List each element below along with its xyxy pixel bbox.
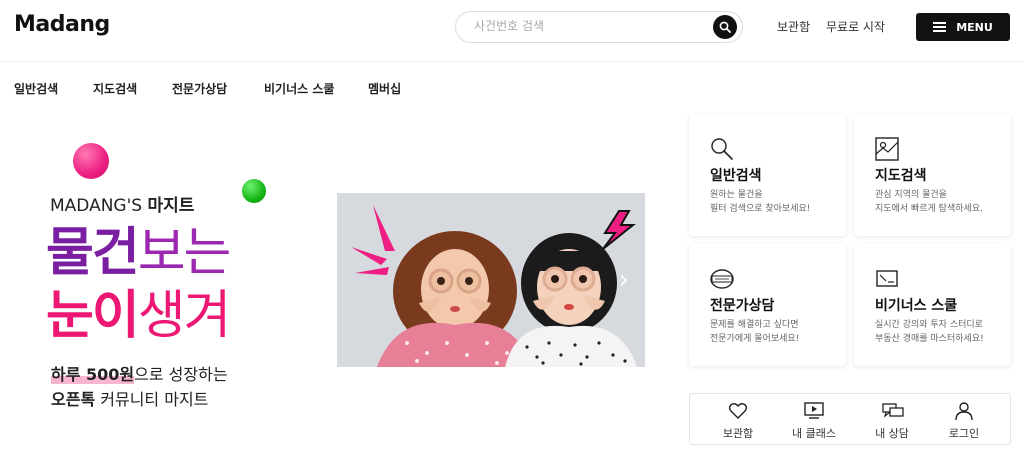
hero-headline-line2: 눈이생겨 xyxy=(46,290,231,342)
nav-membership[interactable]: 멤버십 xyxy=(368,80,401,97)
menu-label: MENU xyxy=(956,20,993,34)
quick-label: 내 클래스 xyxy=(792,427,836,440)
card-desc-1: 문제를 해결하고 싶다면 xyxy=(710,320,799,330)
hero-brand-prefix: MADANG'S xyxy=(50,196,148,216)
chat-bubbles-icon xyxy=(882,403,904,418)
header-divider xyxy=(0,61,1024,62)
card-desc-1: 원하는 물건을 xyxy=(710,190,763,200)
nav-map-search[interactable]: 지도검색 xyxy=(93,80,137,97)
quick-saved[interactable]: 보관함 xyxy=(698,394,778,446)
hamburger-icon xyxy=(933,22,947,32)
card-desc-1: 실시간 강의와 투자 스터디로 xyxy=(875,320,983,330)
card-beginners-school[interactable]: 비기너스 스쿨 실시간 강의와 투자 스터디로 부동산 경매를 마스터하세요! xyxy=(854,244,1011,366)
hero-line1-strong: 물건 xyxy=(46,223,140,283)
card-general-search[interactable]: 일반검색 원하는 물건을 필터 검색으로 찾아보세요! xyxy=(689,114,846,236)
card-title: 일반검색 xyxy=(710,168,762,184)
quick-label: 보관함 xyxy=(722,427,754,440)
card-desc-1: 관심 지역의 물건을 xyxy=(875,190,947,200)
card-title: 지도검색 xyxy=(875,168,927,184)
heart-icon xyxy=(728,403,748,419)
hero-brand: MADANG'S 마지트 xyxy=(50,191,194,216)
pink-ball-decoration xyxy=(73,143,109,179)
nav-beginners-school[interactable]: 비기너스 스쿨 xyxy=(264,80,334,97)
search-box xyxy=(455,11,743,43)
hero-line1-light: 보는 xyxy=(137,223,232,283)
hero-tagline-1-rest: 으로 성장하는 xyxy=(134,365,228,384)
green-ball-decoration xyxy=(242,179,266,203)
saved-link[interactable]: 보관함 xyxy=(777,18,810,35)
quick-label: 내 상담 xyxy=(875,427,909,440)
search-button[interactable] xyxy=(713,15,737,39)
search-icon xyxy=(711,138,733,160)
quick-my-class[interactable]: 내 클래스 xyxy=(774,394,854,446)
card-desc-2: 부동산 경매를 마스터하세요! xyxy=(875,334,984,344)
card-map-search[interactable]: 지도검색 관심 지역의 물건을 지도에서 빠르게 탐색하세요. xyxy=(854,114,1011,236)
hero-tagline-1: 하루 500원으로 성장하는 xyxy=(51,361,228,385)
expert-badge-icon xyxy=(710,269,734,289)
card-expert-consult[interactable]: 전문가상담 문제를 해결하고 싶다면 전문가에게 물어보세요! xyxy=(689,244,846,366)
card-title: 전문가상담 xyxy=(710,298,775,314)
search-icon xyxy=(719,21,731,33)
card-desc-2: 지도에서 빠르게 탐색하세요. xyxy=(875,204,983,214)
chalkboard-icon xyxy=(876,270,898,287)
banner-next-arrow-icon[interactable]: › xyxy=(619,265,629,295)
card-desc-2: 필터 검색으로 찾아보세요! xyxy=(710,204,811,214)
video-screen-icon xyxy=(804,402,824,419)
free-start-link[interactable]: 무료로 시작 xyxy=(826,18,885,35)
hero-brand-name: 마지트 xyxy=(147,196,195,216)
hero-line2-strong: 눈이 xyxy=(46,286,140,346)
person-icon xyxy=(955,402,973,421)
hero-tagline-2: 오픈톡 커뮤니티 마지트 xyxy=(51,386,208,410)
hero-banner-image[interactable]: › xyxy=(337,193,645,367)
hero-headline-line1: 물건보는 xyxy=(46,227,231,279)
hero-tagline-2-strong: 오픈톡 xyxy=(51,390,96,409)
hero-line2-light: 생겨 xyxy=(137,286,232,346)
quick-login[interactable]: 로그인 xyxy=(924,394,1004,446)
card-title: 비기너스 스쿨 xyxy=(875,298,958,314)
logo[interactable]: Madang xyxy=(14,12,110,37)
nav-general-search[interactable]: 일반검색 xyxy=(14,80,58,97)
nav-expert-consult[interactable]: 전문가상담 xyxy=(172,80,227,97)
banner-photo xyxy=(337,193,645,367)
hero-tagline-2-rest: 커뮤니티 마지트 xyxy=(95,390,209,409)
menu-button[interactable]: MENU xyxy=(916,13,1010,41)
search-input[interactable] xyxy=(474,19,694,33)
quick-label: 로그인 xyxy=(948,427,980,440)
hero-tagline-highlight: 하루 500원 xyxy=(51,365,135,384)
card-desc-2: 전문가에게 물어보세요! xyxy=(710,334,800,344)
quick-menu-bar: 보관함 내 클래스 내 상담 로그인 xyxy=(689,393,1011,445)
quick-my-consult[interactable]: 내 상담 xyxy=(852,394,932,446)
map-icon xyxy=(875,137,899,161)
